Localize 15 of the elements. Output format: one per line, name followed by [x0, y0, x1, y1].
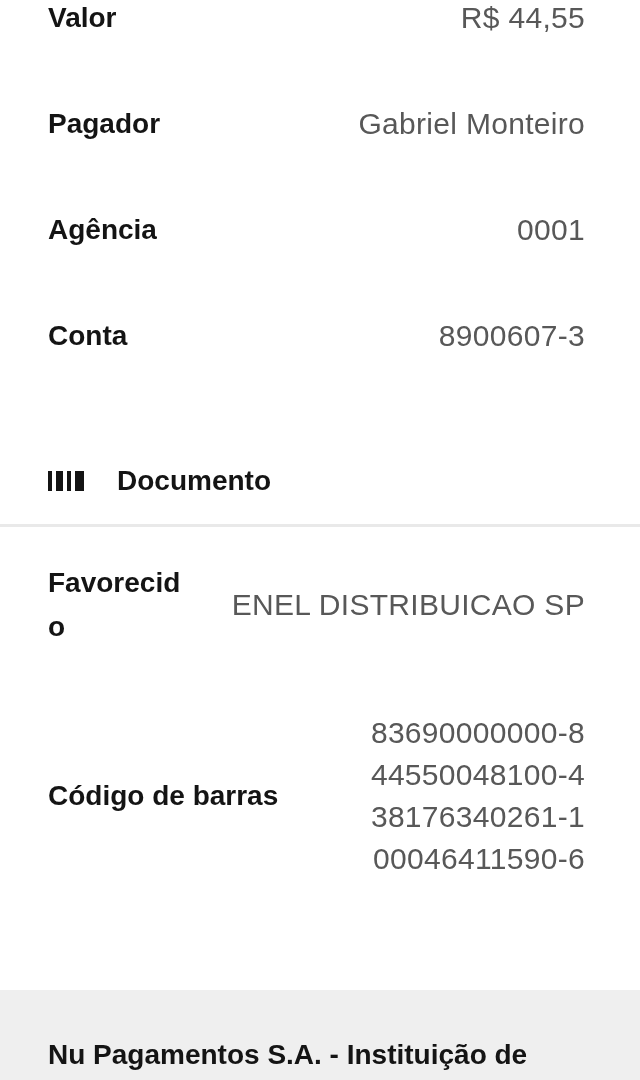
section-title: Documento [117, 464, 271, 498]
field-value: 0001 [517, 212, 585, 248]
field-label: Favorecido [48, 566, 182, 644]
barcode-icon [48, 471, 84, 491]
field-label: Agência [48, 213, 158, 247]
field-value: R$ 44,55 [460, 0, 585, 36]
field-label: Valor [48, 1, 118, 35]
company-name: Nu Pagamentos S.A. - Instituição de [48, 1038, 529, 1072]
field-label: Código de barras [48, 779, 280, 813]
field-value: 8900607-3 [438, 318, 585, 354]
field-label: Pagador [48, 107, 162, 141]
field-value: ENEL DISTRIBUICAO SP [231, 587, 585, 623]
field-value: 83690000000-8 44550048100-4 38176340261-1 00046411590-6 [370, 715, 585, 877]
field-value: Gabriel Monteiro [358, 106, 585, 142]
field-label: Conta [48, 319, 129, 353]
